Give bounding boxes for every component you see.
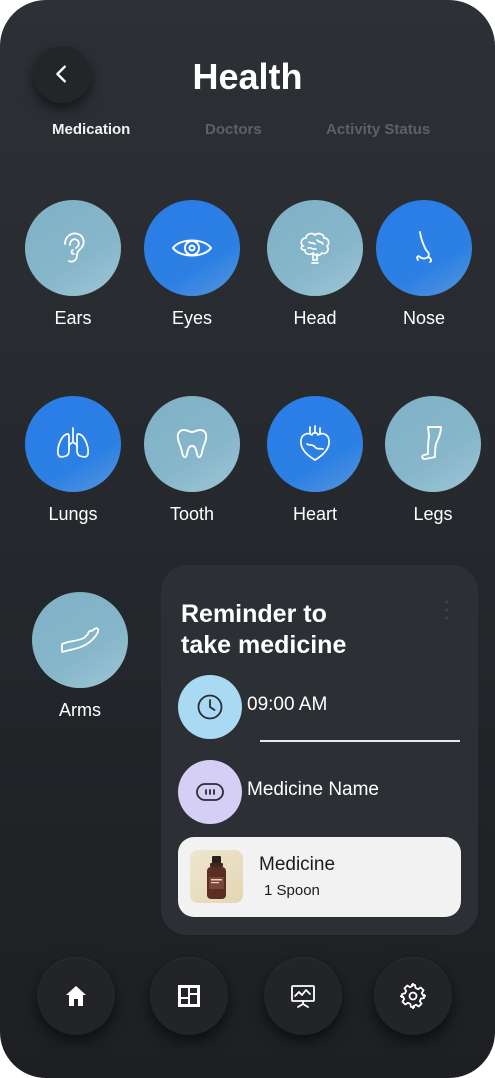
organ-heart[interactable]: Heart: [250, 396, 380, 536]
organ-circle: [25, 200, 121, 296]
tab-activity-status[interactable]: Activity Status: [326, 121, 430, 138]
nav-home-button[interactable]: [37, 957, 115, 1035]
nav-settings-button[interactable]: [374, 957, 452, 1035]
organ-lungs[interactable]: Lungs: [8, 396, 138, 536]
lungs-icon: [57, 427, 89, 458]
phone-screen: Health Medication Doctors Activity Statu…: [0, 0, 495, 1078]
organ-circle: [267, 396, 363, 492]
medicine-item[interactable]: Medicine 1 Spoon: [178, 837, 461, 917]
organ-ears[interactable]: Ears: [8, 200, 138, 340]
organ-tooth[interactable]: Tooth: [127, 396, 257, 536]
reminder-title-line1: Reminder to: [181, 600, 327, 628]
organ-circle: [25, 396, 121, 492]
dashboard-icon: [178, 985, 200, 1007]
settings-icon: [400, 983, 426, 1009]
page-title: Health: [192, 56, 303, 97]
medicine-bottle-image: [190, 850, 243, 903]
organ-label: Heart: [292, 504, 337, 524]
nav-reports-button[interactable]: [264, 957, 342, 1035]
tab-doctors[interactable]: Doctors: [205, 121, 262, 138]
organ-circle: [144, 396, 240, 492]
arm-icon: [61, 627, 100, 653]
organ-label: Nose: [402, 308, 446, 328]
organ-circle: [32, 592, 128, 688]
reminder-title: Reminder to take medicine: [181, 599, 346, 661]
nav-dashboard-button[interactable]: [150, 957, 228, 1035]
organ-circle: [376, 200, 472, 296]
medicine-bottle-icon: [207, 856, 226, 899]
medicine-dose: 1 Spoon: [264, 882, 320, 899]
medicine-name: Medicine: [259, 854, 336, 875]
tooth-icon: [176, 429, 208, 459]
time-underline: [260, 740, 460, 742]
organ-label: Arms: [59, 700, 101, 720]
heart-icon: [300, 425, 330, 461]
organ-label: Lungs: [48, 504, 98, 524]
organ-nose[interactable]: Nose: [359, 200, 489, 340]
organ-arms[interactable]: Arms: [15, 592, 145, 732]
pill-button[interactable]: [178, 760, 242, 824]
more-options-icon[interactable]: [444, 599, 450, 621]
reminder-time[interactable]: 09:00 AM: [247, 694, 327, 716]
reminder-title-line2: take medicine: [181, 631, 347, 659]
nose-icon: [416, 231, 432, 263]
clock-button[interactable]: [178, 675, 242, 739]
organ-circle: [267, 200, 363, 296]
organ-circle: [144, 200, 240, 296]
organ-legs[interactable]: Legs: [368, 396, 495, 536]
tab-medication[interactable]: Medication: [52, 121, 130, 138]
eye-icon: [171, 239, 213, 257]
organ-label: Legs: [413, 504, 453, 524]
medicine-name-label[interactable]: Medicine Name: [247, 779, 379, 801]
organ-label: Eyes: [171, 308, 213, 328]
clock-icon: [197, 694, 223, 720]
pill-icon: [196, 783, 224, 801]
leg-icon: [421, 426, 442, 460]
organ-circle: [385, 396, 481, 492]
organ-label: Ears: [54, 308, 92, 328]
organ-label: Tooth: [169, 504, 215, 524]
reminder-card: Reminder to take medicine 09:00 AM Medic…: [161, 565, 478, 935]
organ-eyes[interactable]: Eyes: [127, 200, 257, 340]
brain-icon: [300, 232, 330, 264]
ear-icon: [64, 232, 85, 263]
home-icon: [66, 986, 86, 1006]
presentation-chart-icon: [291, 985, 315, 1008]
